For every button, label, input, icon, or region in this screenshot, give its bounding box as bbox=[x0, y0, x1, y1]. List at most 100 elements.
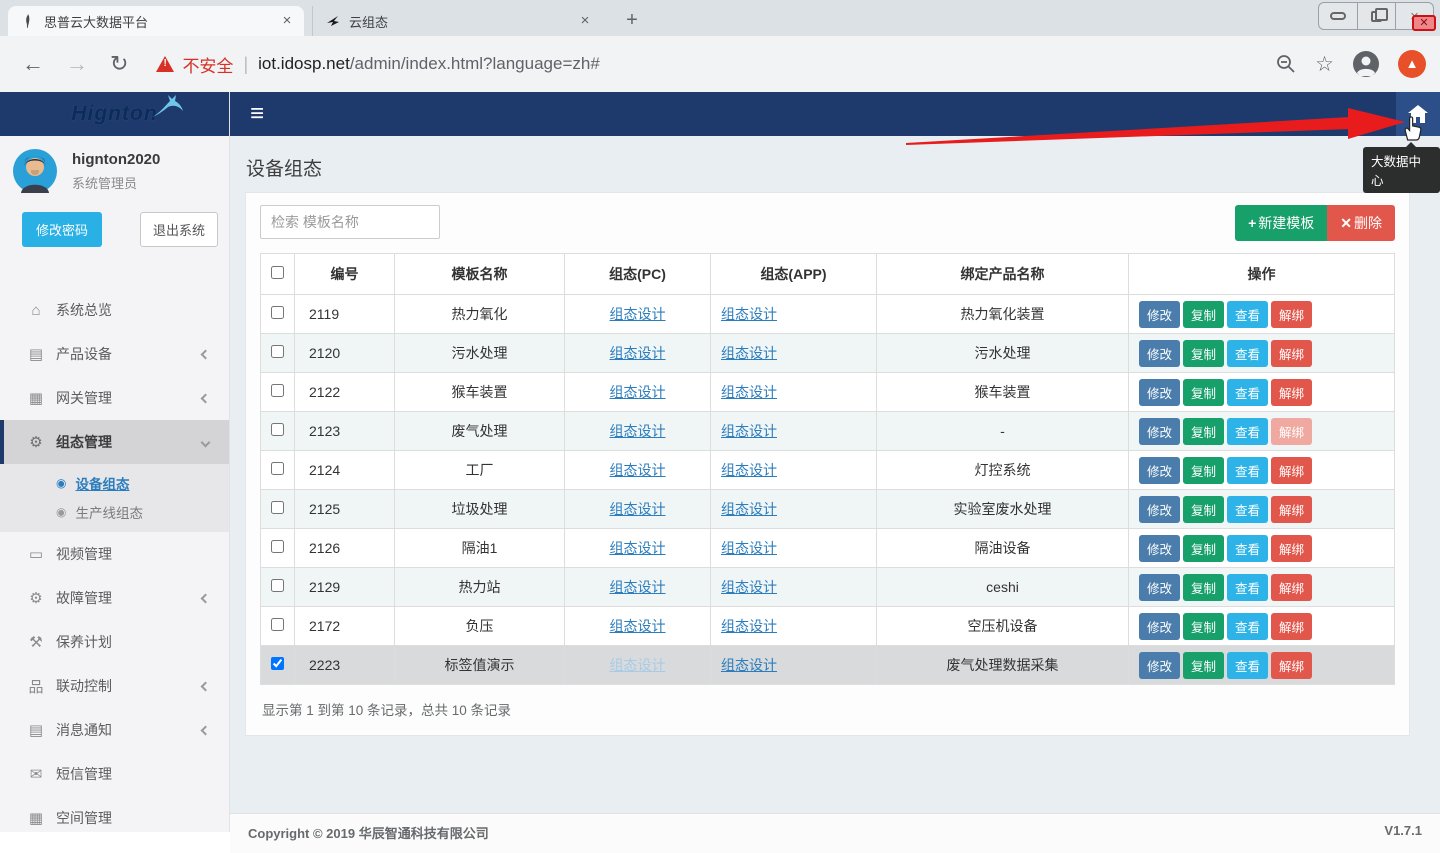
app-config-link[interactable]: 组态设计 bbox=[721, 579, 777, 595]
sidebar-item-fault-management[interactable]: ⚙故障管理 bbox=[0, 576, 229, 620]
app-config-link[interactable]: 组态设计 bbox=[721, 657, 777, 673]
action-unbind-button[interactable]: 解绑 bbox=[1271, 301, 1312, 328]
pc-config-link[interactable]: 组态设计 bbox=[610, 423, 666, 439]
search-input[interactable] bbox=[260, 205, 440, 239]
action-unbind-button[interactable]: 解绑 bbox=[1271, 613, 1312, 640]
action-edit-button[interactable]: 修改 bbox=[1139, 574, 1180, 601]
action-edit-button[interactable]: 修改 bbox=[1139, 496, 1180, 523]
pc-config-link[interactable]: 组态设计 bbox=[610, 462, 666, 478]
row-checkbox[interactable] bbox=[271, 540, 284, 553]
app-config-link[interactable]: 组态设计 bbox=[721, 540, 777, 556]
hamburger-menu-icon[interactable]: ≡ bbox=[250, 102, 264, 126]
action-copy-button[interactable]: 复制 bbox=[1183, 535, 1224, 562]
reload-icon[interactable]: ↻ bbox=[110, 51, 128, 77]
action-unbind-button[interactable]: 解绑 bbox=[1271, 340, 1312, 367]
action-copy-button[interactable]: 复制 bbox=[1183, 301, 1224, 328]
action-unbind-button[interactable]: 解绑 bbox=[1271, 535, 1312, 562]
action-copy-button[interactable]: 复制 bbox=[1183, 457, 1224, 484]
app-config-link[interactable]: 组态设计 bbox=[721, 384, 777, 400]
new-tab-button[interactable]: + bbox=[618, 8, 646, 34]
action-view-button[interactable]: 查看 bbox=[1227, 652, 1268, 679]
action-edit-button[interactable]: 修改 bbox=[1139, 301, 1180, 328]
bookmark-star-icon[interactable]: ☆ bbox=[1315, 52, 1334, 77]
select-all-checkbox[interactable] bbox=[271, 266, 284, 279]
browser-tab-inactive[interactable]: 云组态 × bbox=[312, 6, 602, 36]
address-input[interactable]: iot.idosp.net bbox=[258, 54, 350, 74]
action-view-button[interactable]: 查看 bbox=[1227, 457, 1268, 484]
action-unbind-button[interactable]: 解绑 bbox=[1271, 574, 1312, 601]
row-checkbox[interactable] bbox=[271, 618, 284, 631]
pc-config-link[interactable]: 组态设计 bbox=[610, 345, 666, 361]
action-edit-button[interactable]: 修改 bbox=[1139, 535, 1180, 562]
row-checkbox[interactable] bbox=[271, 579, 284, 592]
sidebar-subitem-device-config[interactable]: ◉设备组态 bbox=[0, 468, 229, 497]
action-edit-button[interactable]: 修改 bbox=[1139, 457, 1180, 484]
action-unbind-button[interactable]: 解绑 bbox=[1271, 652, 1312, 679]
action-copy-button[interactable]: 复制 bbox=[1183, 613, 1224, 640]
change-password-button[interactable]: 修改密码 bbox=[22, 212, 102, 247]
row-checkbox[interactable] bbox=[271, 462, 284, 475]
window-restore-button[interactable] bbox=[1357, 3, 1395, 29]
window-minimize-button[interactable] bbox=[1319, 3, 1357, 29]
app-config-link[interactable]: 组态设计 bbox=[721, 501, 777, 517]
sidebar-subitem-production-line-config[interactable]: ◉生产线组态 bbox=[0, 497, 229, 526]
action-copy-button[interactable]: 复制 bbox=[1183, 574, 1224, 601]
row-checkbox[interactable] bbox=[271, 345, 284, 358]
action-unbind-button[interactable]: 解绑 bbox=[1271, 496, 1312, 523]
forward-icon[interactable]: → bbox=[66, 51, 88, 77]
action-view-button[interactable]: 查看 bbox=[1227, 418, 1268, 445]
app-config-link[interactable]: 组态设计 bbox=[721, 423, 777, 439]
sidebar-item-message-notification[interactable]: ▤消息通知 bbox=[0, 708, 229, 752]
action-copy-button[interactable]: 复制 bbox=[1183, 496, 1224, 523]
app-config-link[interactable]: 组态设计 bbox=[721, 462, 777, 478]
action-unbind-button[interactable]: 解绑 bbox=[1271, 418, 1312, 445]
profile-icon[interactable] bbox=[1352, 50, 1380, 78]
action-view-button[interactable]: 查看 bbox=[1227, 535, 1268, 562]
pc-config-link[interactable]: 组态设计 bbox=[610, 618, 666, 634]
action-view-button[interactable]: 查看 bbox=[1227, 496, 1268, 523]
action-unbind-button[interactable]: 解绑 bbox=[1271, 379, 1312, 406]
address-path[interactable]: /admin/index.html?language=zh# bbox=[350, 54, 600, 74]
tab-close-icon[interactable]: × bbox=[576, 12, 594, 30]
app-config-link[interactable]: 组态设计 bbox=[721, 306, 777, 322]
action-edit-button[interactable]: 修改 bbox=[1139, 652, 1180, 679]
action-view-button[interactable]: 查看 bbox=[1227, 340, 1268, 367]
action-view-button[interactable]: 查看 bbox=[1227, 379, 1268, 406]
security-label[interactable]: 不安全 bbox=[182, 52, 233, 77]
pc-config-link[interactable]: 组态设计 bbox=[610, 384, 666, 400]
app-config-link[interactable]: 组态设计 bbox=[721, 345, 777, 361]
sidebar-item-space-management[interactable]: ▦空间管理 bbox=[0, 796, 229, 840]
sidebar-item-video-management[interactable]: ▭视频管理 bbox=[0, 532, 229, 576]
create-template-button[interactable]: +新建模板 bbox=[1235, 205, 1327, 241]
back-icon[interactable]: ← bbox=[22, 51, 44, 77]
window-close-button[interactable]: × ✕ bbox=[1395, 3, 1433, 29]
action-edit-button[interactable]: 修改 bbox=[1139, 340, 1180, 367]
action-copy-button[interactable]: 复制 bbox=[1183, 652, 1224, 679]
row-checkbox[interactable] bbox=[271, 657, 284, 670]
sidebar-item-config-management[interactable]: ⚙组态管理 bbox=[0, 420, 229, 464]
row-checkbox[interactable] bbox=[271, 306, 284, 319]
sidebar-item-sms-management[interactable]: ✉短信管理 bbox=[0, 752, 229, 796]
action-copy-button[interactable]: 复制 bbox=[1183, 418, 1224, 445]
extension-update-icon[interactable]: ▲ bbox=[1398, 50, 1426, 78]
sidebar-item-maintenance-plan[interactable]: ⚒保养计划 bbox=[0, 620, 229, 664]
row-checkbox[interactable] bbox=[271, 384, 284, 397]
sidebar-item-product-device[interactable]: ▤产品设备 bbox=[0, 332, 229, 376]
sidebar-item-gateway-management[interactable]: ▦网关管理 bbox=[0, 376, 229, 420]
action-unbind-button[interactable]: 解绑 bbox=[1271, 457, 1312, 484]
zoom-out-icon[interactable] bbox=[1275, 53, 1297, 75]
sidebar-item-linkage-control[interactable]: 品联动控制 bbox=[0, 664, 229, 708]
row-checkbox[interactable] bbox=[271, 423, 284, 436]
action-view-button[interactable]: 查看 bbox=[1227, 301, 1268, 328]
tab-close-icon[interactable]: × bbox=[278, 12, 296, 30]
app-config-link[interactable]: 组态设计 bbox=[721, 618, 777, 634]
pc-config-link[interactable]: 组态设计 bbox=[610, 657, 666, 673]
pc-config-link[interactable]: 组态设计 bbox=[610, 501, 666, 517]
pc-config-link[interactable]: 组态设计 bbox=[610, 306, 666, 322]
action-view-button[interactable]: 查看 bbox=[1227, 574, 1268, 601]
sidebar-item-system-overview[interactable]: ⌂系统总览 bbox=[0, 288, 229, 332]
action-copy-button[interactable]: 复制 bbox=[1183, 340, 1224, 367]
row-checkbox[interactable] bbox=[271, 501, 284, 514]
pc-config-link[interactable]: 组态设计 bbox=[610, 579, 666, 595]
action-edit-button[interactable]: 修改 bbox=[1139, 418, 1180, 445]
